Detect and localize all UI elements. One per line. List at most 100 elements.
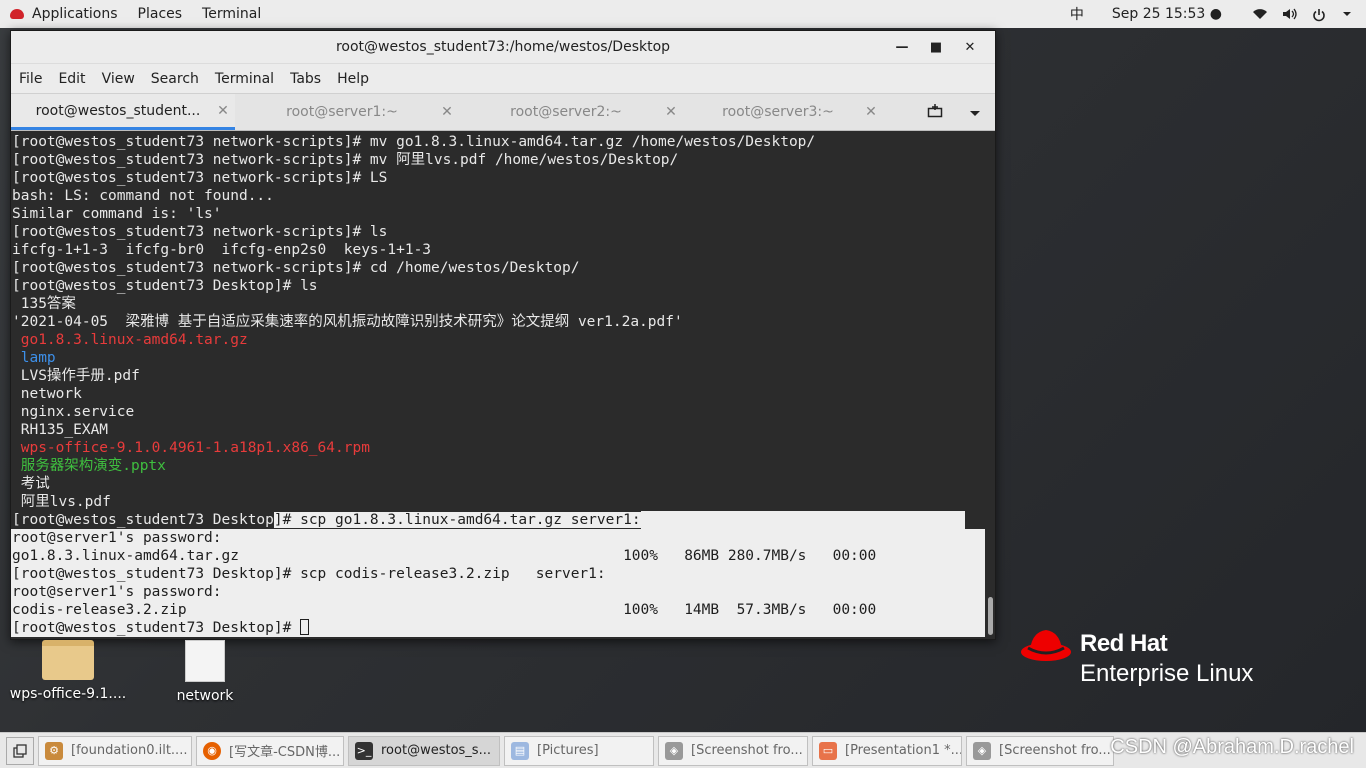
prompt-text: [root@westos_student73 Desktop]# <box>12 620 301 636</box>
places-label: Places <box>137 6 183 22</box>
terminal-line-selected: [root@westos_student73 Desktop]# scp cod… <box>11 565 987 583</box>
file-manager-icon: ▤ <box>511 741 529 760</box>
task-label: root@westos_s... <box>381 743 491 758</box>
redhat-brand-text: Red Hat <box>1080 630 1168 657</box>
menu-help[interactable]: Help <box>329 71 377 87</box>
scrollbar-thumb[interactable] <box>988 597 993 635</box>
tabs-dropdown-icon[interactable] <box>955 105 995 121</box>
terminal-line-selected: root@server1's password: <box>11 529 987 547</box>
menu-file[interactable]: File <box>11 71 50 87</box>
menu-bar: File Edit View Search Terminal Tabs Help <box>11 63 995 93</box>
menu-tabs[interactable]: Tabs <box>282 71 329 87</box>
tab-tools <box>915 94 995 132</box>
redhat-fedora-icon <box>10 9 24 19</box>
tab-close-icon[interactable]: ✕ <box>659 104 683 120</box>
task-screenshot-2[interactable]: ◈ [Screenshot fro... <box>966 735 1114 766</box>
tray-menu-arrow-icon[interactable] <box>1342 8 1356 20</box>
tab-close-icon[interactable]: ✕ <box>435 104 459 120</box>
ls-entry-directory: lamp <box>12 350 56 366</box>
terminal-line: 考试 <box>12 476 50 492</box>
task-presentation[interactable]: ▭ [Presentation1 *... <box>812 735 962 766</box>
tab-close-icon[interactable]: ✕ <box>859 104 883 120</box>
desktop-icon-network[interactable]: network <box>145 640 265 704</box>
task-label: [写文章-CSDN博... <box>229 745 341 760</box>
presentation-icon: ▭ <box>819 741 837 760</box>
new-tab-icon[interactable] <box>915 103 955 123</box>
terminal-line-selected: [root@westos_student73 Desktop]# scp go1… <box>11 511 987 529</box>
task-screenshot-1[interactable]: ◈ [Screenshot fro... <box>658 735 808 766</box>
terminal-line: ifcfg-1+1-3 ifcfg-br0 ifcfg-enp2s0 keys-… <box>12 242 432 258</box>
tab-label: root@server1:~ <box>286 104 398 120</box>
applications-label: Applications <box>32 6 118 22</box>
folder-icon <box>42 640 94 680</box>
terminal-line: network <box>12 386 82 402</box>
terminal-line-selected: go1.8.3.linux-amd64.tar.gz 100% 86MB 280… <box>11 547 987 565</box>
desktop-icon-wps-office[interactable]: wps-office-9.1.... <box>8 640 128 702</box>
terminal-line: [root@westos_student73 network-scripts]#… <box>12 152 679 168</box>
terminal-line: 135答案 <box>12 296 76 312</box>
close-button[interactable]: ✕ <box>953 40 987 55</box>
show-desktop-button[interactable] <box>6 736 34 765</box>
terminal-app-menu[interactable]: Terminal <box>192 0 271 28</box>
firefox-icon: ◉ <box>203 741 221 760</box>
tab-server3[interactable]: root@server3:~ ✕ <box>683 94 883 130</box>
task-terminal[interactable]: >_ root@westos_s... <box>348 735 500 766</box>
task-foundation0[interactable]: ⚙ [foundation0.ilt.... <box>38 735 192 766</box>
tab-label: root@server2:~ <box>510 104 622 120</box>
ls-entry-executable: 服务器架构演变.pptx <box>12 458 166 474</box>
window-title: root@westos_student73:/home/westos/Deskt… <box>335 39 671 55</box>
terminal-line: 阿里lvs.pdf <box>12 494 111 510</box>
terminal-icon: >_ <box>355 741 373 760</box>
terminal-line: [root@westos_student73 network-scripts]#… <box>12 260 580 276</box>
tab-server2[interactable]: root@server2:~ ✕ <box>459 94 683 130</box>
terminal-line: LVS操作手册.pdf <box>12 368 140 384</box>
task-label: [Screenshot fro... <box>691 743 803 758</box>
volume-icon[interactable] <box>1282 8 1297 20</box>
maximize-button[interactable]: ■ <box>919 40 953 55</box>
terminal-line: [root@westos_student73 network-scripts]#… <box>12 224 388 240</box>
terminal-scrollbar[interactable] <box>985 133 995 639</box>
task-label: [Screenshot fro... <box>999 743 1111 758</box>
task-label: [foundation0.ilt.... <box>71 743 188 758</box>
window-controls: — ■ ✕ <box>885 31 987 63</box>
menu-terminal[interactable]: Terminal <box>207 71 282 87</box>
menu-view[interactable]: View <box>94 71 143 87</box>
desktop-icon-label: wps-office-9.1.... <box>9 686 127 702</box>
minimize-button[interactable]: — <box>885 40 919 55</box>
applications-menu[interactable]: Applications <box>0 0 128 28</box>
tab-label: root@westos_student... <box>35 102 201 119</box>
redhat-logo: Red Hat Enterprise Linux <box>1020 628 1300 698</box>
task-label: [Presentation1 *... <box>845 743 962 758</box>
redhat-product-text: Enterprise Linux <box>1080 660 1254 687</box>
task-firefox-csdn[interactable]: ◉ [写文章-CSDN博... <box>196 735 344 766</box>
power-icon[interactable] <box>1312 8 1326 22</box>
menu-edit[interactable]: Edit <box>50 71 93 87</box>
terminal-output[interactable]: [root@westos_student73 network-scripts]#… <box>11 133 987 639</box>
top-bar: Applications Places Terminal 中 Sep 25 15… <box>0 0 1366 28</box>
task-pictures[interactable]: ▤ [Pictures] <box>504 735 654 766</box>
tab-server1[interactable]: root@server1:~ ✕ <box>235 94 459 130</box>
terminal-prompt-line[interactable]: [root@westos_student73 Desktop]# <box>11 619 987 637</box>
terminal-line: [root@westos_student73 Desktop]# ls <box>12 278 318 294</box>
terminal-line: RH135_EXAM <box>12 422 109 438</box>
tab-bar: root@westos_student... ✕ root@server1:~ … <box>11 93 995 131</box>
input-method-indicator[interactable]: 中 <box>1070 4 1084 24</box>
desktop-icon-label: network <box>176 688 234 704</box>
terminal-window: root@westos_student73:/home/westos/Deskt… <box>10 30 996 640</box>
clock[interactable]: Sep 25 15:53 ● <box>1112 6 1222 22</box>
terminal-line: Similar command is: 'ls' <box>12 206 222 222</box>
places-menu[interactable]: Places <box>128 0 193 28</box>
redhat-hat-icon <box>1021 630 1071 661</box>
tab-westos-student[interactable]: root@westos_student... ✕ <box>11 94 235 130</box>
show-desktop-icon <box>13 743 27 758</box>
selected-text: ]# scp go1.8.3.linux-amd64.tar.gz server… <box>273 512 641 528</box>
virt-viewer-icon: ⚙ <box>45 741 63 760</box>
terminal-line-selected: root@server1's password: <box>11 583 987 601</box>
menu-search[interactable]: Search <box>143 71 207 87</box>
terminal-line: [root@westos_student73 network-scripts]#… <box>12 134 816 150</box>
csdn-watermark: CSDN @Abraham.D.rachel <box>1110 736 1354 758</box>
wifi-icon[interactable] <box>1252 8 1267 20</box>
ls-entry-archive: go1.8.3.linux-amd64.tar.gz <box>12 332 248 348</box>
window-titlebar[interactable]: root@westos_student73:/home/westos/Deskt… <box>11 31 995 63</box>
tab-close-icon[interactable]: ✕ <box>211 103 235 119</box>
